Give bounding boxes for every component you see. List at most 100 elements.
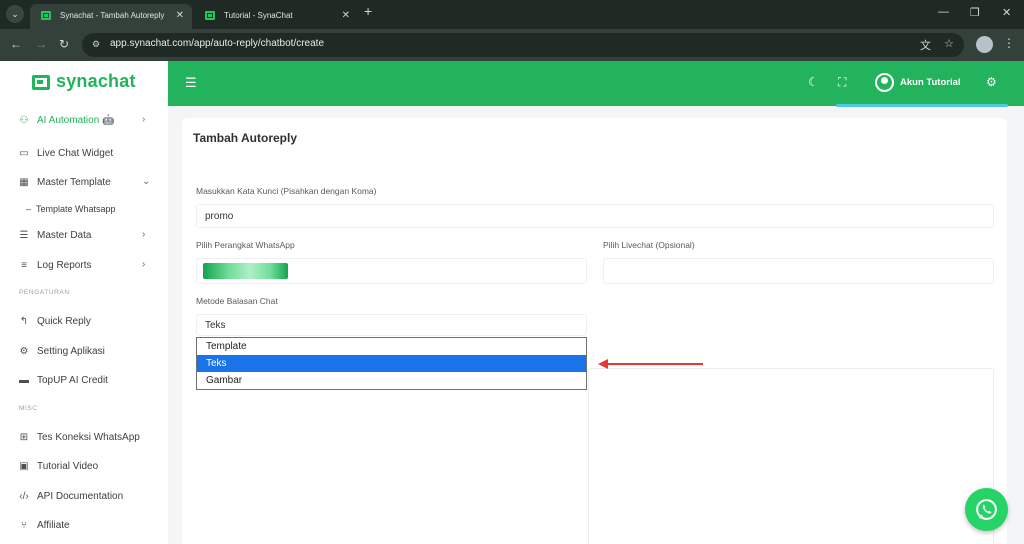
dash-icon: – bbox=[26, 204, 37, 214]
sidebar-item-quick-reply[interactable]: ↰ Quick Reply bbox=[18, 314, 158, 332]
tab-synachat-autoreply[interactable]: Synachat - Tambah Autoreply ✕ bbox=[30, 4, 192, 29]
page-title: Tambah Autoreply bbox=[193, 131, 298, 145]
forward-icon[interactable]: → bbox=[35, 37, 47, 51]
code-icon: ‹/› bbox=[19, 491, 29, 502]
brand-name: synachat bbox=[56, 71, 136, 91]
close-window-icon[interactable]: ✕ bbox=[1002, 6, 1011, 19]
message-textarea[interactable] bbox=[588, 368, 994, 544]
sidebar-item-affiliate[interactable]: ⑂ Affiliate bbox=[18, 518, 158, 536]
sidebar-item-log-reports[interactable]: ≡ Log Reports › bbox=[18, 258, 158, 276]
keyword-label: Masukkan Kata Kunci (Pisahkan dengan Kom… bbox=[196, 186, 377, 196]
chevron-right-icon: › bbox=[142, 114, 146, 125]
sidebar-item-live-chat-widget[interactable]: ▭ Live Chat Widget bbox=[18, 146, 158, 164]
whatsapp-float-button[interactable] bbox=[965, 488, 1008, 531]
sidebar-subitem-template-whatsapp[interactable]: – Template Whatsapp bbox=[26, 204, 116, 214]
back-icon[interactable]: ← bbox=[10, 37, 22, 51]
sidebar-item-label: Master Data bbox=[37, 230, 92, 241]
tab-search-button[interactable]: ⌄ bbox=[6, 5, 24, 23]
browser-menu-icon[interactable]: ⋮ bbox=[1003, 36, 1015, 50]
synachat-logo-icon bbox=[32, 75, 50, 90]
browser-tab-bar: ⌄ Synachat - Tambah Autoreply ✕ Tutorial… bbox=[0, 0, 1024, 29]
gear-icon: ⚙ bbox=[19, 346, 29, 357]
sidebar-item-tutorial-video[interactable]: ▣ Tutorial Video bbox=[18, 459, 158, 477]
sidebar: synachat ⚇ AI Automation 🤖 › ▭ Live Chat… bbox=[0, 61, 168, 544]
sidebar-item-label: API Documentation bbox=[37, 491, 124, 502]
method-dropdown-list[interactable]: Template Teks Gambar bbox=[196, 337, 587, 390]
sidebar-item-setting-aplikasi[interactable]: ⚙ Setting Aplikasi bbox=[18, 344, 158, 362]
translate-icon[interactable]: 文 bbox=[920, 37, 931, 53]
method-select[interactable]: Teks bbox=[196, 314, 587, 336]
header-accent-strip bbox=[836, 104, 1008, 107]
sidebar-item-label: Tutorial Video bbox=[37, 461, 99, 472]
sidebar-item-topup-ai-credit[interactable]: ▬ TopUP AI Credit bbox=[18, 373, 158, 391]
reload-icon[interactable]: ↻ bbox=[59, 37, 69, 51]
sidebar-item-api-documentation[interactable]: ‹/› API Documentation bbox=[18, 489, 158, 507]
whatsapp-icon bbox=[976, 499, 997, 520]
device-label: Pilih Perangkat WhatsApp bbox=[196, 240, 295, 250]
chevron-right-icon: › bbox=[142, 229, 146, 240]
sidebar-item-ai-automation[interactable]: ⚇ AI Automation 🤖 › bbox=[18, 113, 158, 131]
user-name[interactable]: Akun Tutorial bbox=[900, 77, 961, 88]
reply-icon: ↰ bbox=[19, 316, 29, 327]
section-label-misc: MISC bbox=[19, 405, 38, 412]
sidebar-item-label: Tes Koneksi WhatsApp bbox=[37, 432, 140, 443]
sidebar-item-master-data[interactable]: ☰ Master Data › bbox=[18, 228, 158, 246]
sidebar-item-label: Log Reports bbox=[37, 260, 92, 271]
option-template[interactable]: Template bbox=[197, 338, 586, 355]
sidebar-item-label: Master Template bbox=[37, 177, 111, 188]
method-value: Teks bbox=[205, 320, 226, 331]
keyword-input[interactable]: promo bbox=[196, 204, 994, 228]
tab-title: Tutorial - SynaChat bbox=[224, 11, 293, 20]
close-tab-icon[interactable]: ✕ bbox=[176, 4, 184, 27]
livechat-select[interactable] bbox=[603, 258, 994, 284]
annotation-arrow-line bbox=[607, 363, 703, 365]
autoreply-form-card: Tambah Autoreply Masukkan Kata Kunci (Pi… bbox=[182, 118, 1007, 544]
annotation-arrow-head-icon bbox=[598, 359, 608, 369]
section-label-pengaturan: PENGATURAN bbox=[19, 289, 70, 296]
app-header: ☰ ☾ ⛶ Akun Tutorial ⚙ bbox=[168, 61, 1024, 106]
list-icon: ☰ bbox=[19, 230, 29, 241]
sidebar-item-label: Template Whatsapp bbox=[36, 204, 116, 214]
user-avatar-icon[interactable] bbox=[875, 73, 894, 92]
browser-address-bar: ← → ↻ ⚙ app.synachat.com/app/auto-reply/… bbox=[0, 29, 1024, 61]
option-teks[interactable]: Teks bbox=[197, 355, 586, 372]
sidebar-item-master-template[interactable]: ▦ Master Template ⌄ bbox=[18, 175, 158, 193]
sidebar-item-label: AI Automation 🤖 bbox=[37, 115, 115, 126]
sidebar-item-tes-koneksi-whatsapp[interactable]: ⊞ Tes Koneksi WhatsApp bbox=[18, 430, 158, 448]
sidebar-item-label: TopUP AI Credit bbox=[37, 375, 108, 386]
hamburger-menu-icon[interactable]: ☰ bbox=[185, 75, 197, 91]
tab-tutorial[interactable]: Tutorial - SynaChat ✕ bbox=[194, 4, 358, 29]
close-tab-icon[interactable]: ✕ bbox=[342, 4, 350, 27]
chevron-right-icon: › bbox=[142, 259, 146, 270]
url-text: app.synachat.com/app/auto-reply/chatbot/… bbox=[110, 38, 325, 49]
keyword-value: promo bbox=[205, 211, 234, 222]
chat-icon: ▭ bbox=[19, 148, 29, 159]
bookmark-star-icon[interactable]: ☆ bbox=[944, 37, 954, 50]
minimize-icon[interactable]: — bbox=[938, 6, 949, 18]
robot-icon: ⚇ bbox=[19, 115, 29, 126]
site-info-icon[interactable]: ⚙ bbox=[92, 39, 100, 50]
restore-icon[interactable]: ❐ bbox=[970, 6, 980, 19]
template-icon: ▦ bbox=[19, 177, 29, 188]
method-label: Metode Balasan Chat bbox=[196, 296, 278, 306]
synachat-favicon-icon bbox=[41, 11, 51, 20]
selected-device-chip bbox=[203, 263, 288, 279]
affiliate-icon: ⑂ bbox=[21, 520, 27, 531]
sidebar-item-label: Affiliate bbox=[37, 520, 70, 531]
livechat-label: Pilih Livechat (Opsional) bbox=[603, 240, 695, 250]
credit-card-icon: ▬ bbox=[19, 375, 29, 386]
sidebar-item-label: Quick Reply bbox=[37, 316, 91, 327]
synachat-favicon-icon bbox=[205, 11, 215, 20]
connection-icon: ⊞ bbox=[19, 432, 29, 443]
settings-gear-icon[interactable]: ⚙ bbox=[986, 75, 997, 89]
new-tab-button[interactable]: + bbox=[364, 3, 372, 19]
option-gambar[interactable]: Gambar bbox=[197, 372, 586, 389]
url-field[interactable]: ⚙ app.synachat.com/app/auto-reply/chatbo… bbox=[82, 33, 964, 57]
tab-title: Synachat - Tambah Autoreply bbox=[60, 11, 165, 20]
sidebar-item-label: Setting Aplikasi bbox=[37, 346, 105, 357]
sidebar-item-label: Live Chat Widget bbox=[37, 148, 114, 159]
chevron-down-icon: ⌄ bbox=[142, 176, 151, 187]
fullscreen-icon[interactable]: ⛶ bbox=[838, 75, 846, 90]
dark-mode-moon-icon[interactable]: ☾ bbox=[808, 75, 819, 89]
profile-avatar[interactable] bbox=[976, 36, 993, 53]
